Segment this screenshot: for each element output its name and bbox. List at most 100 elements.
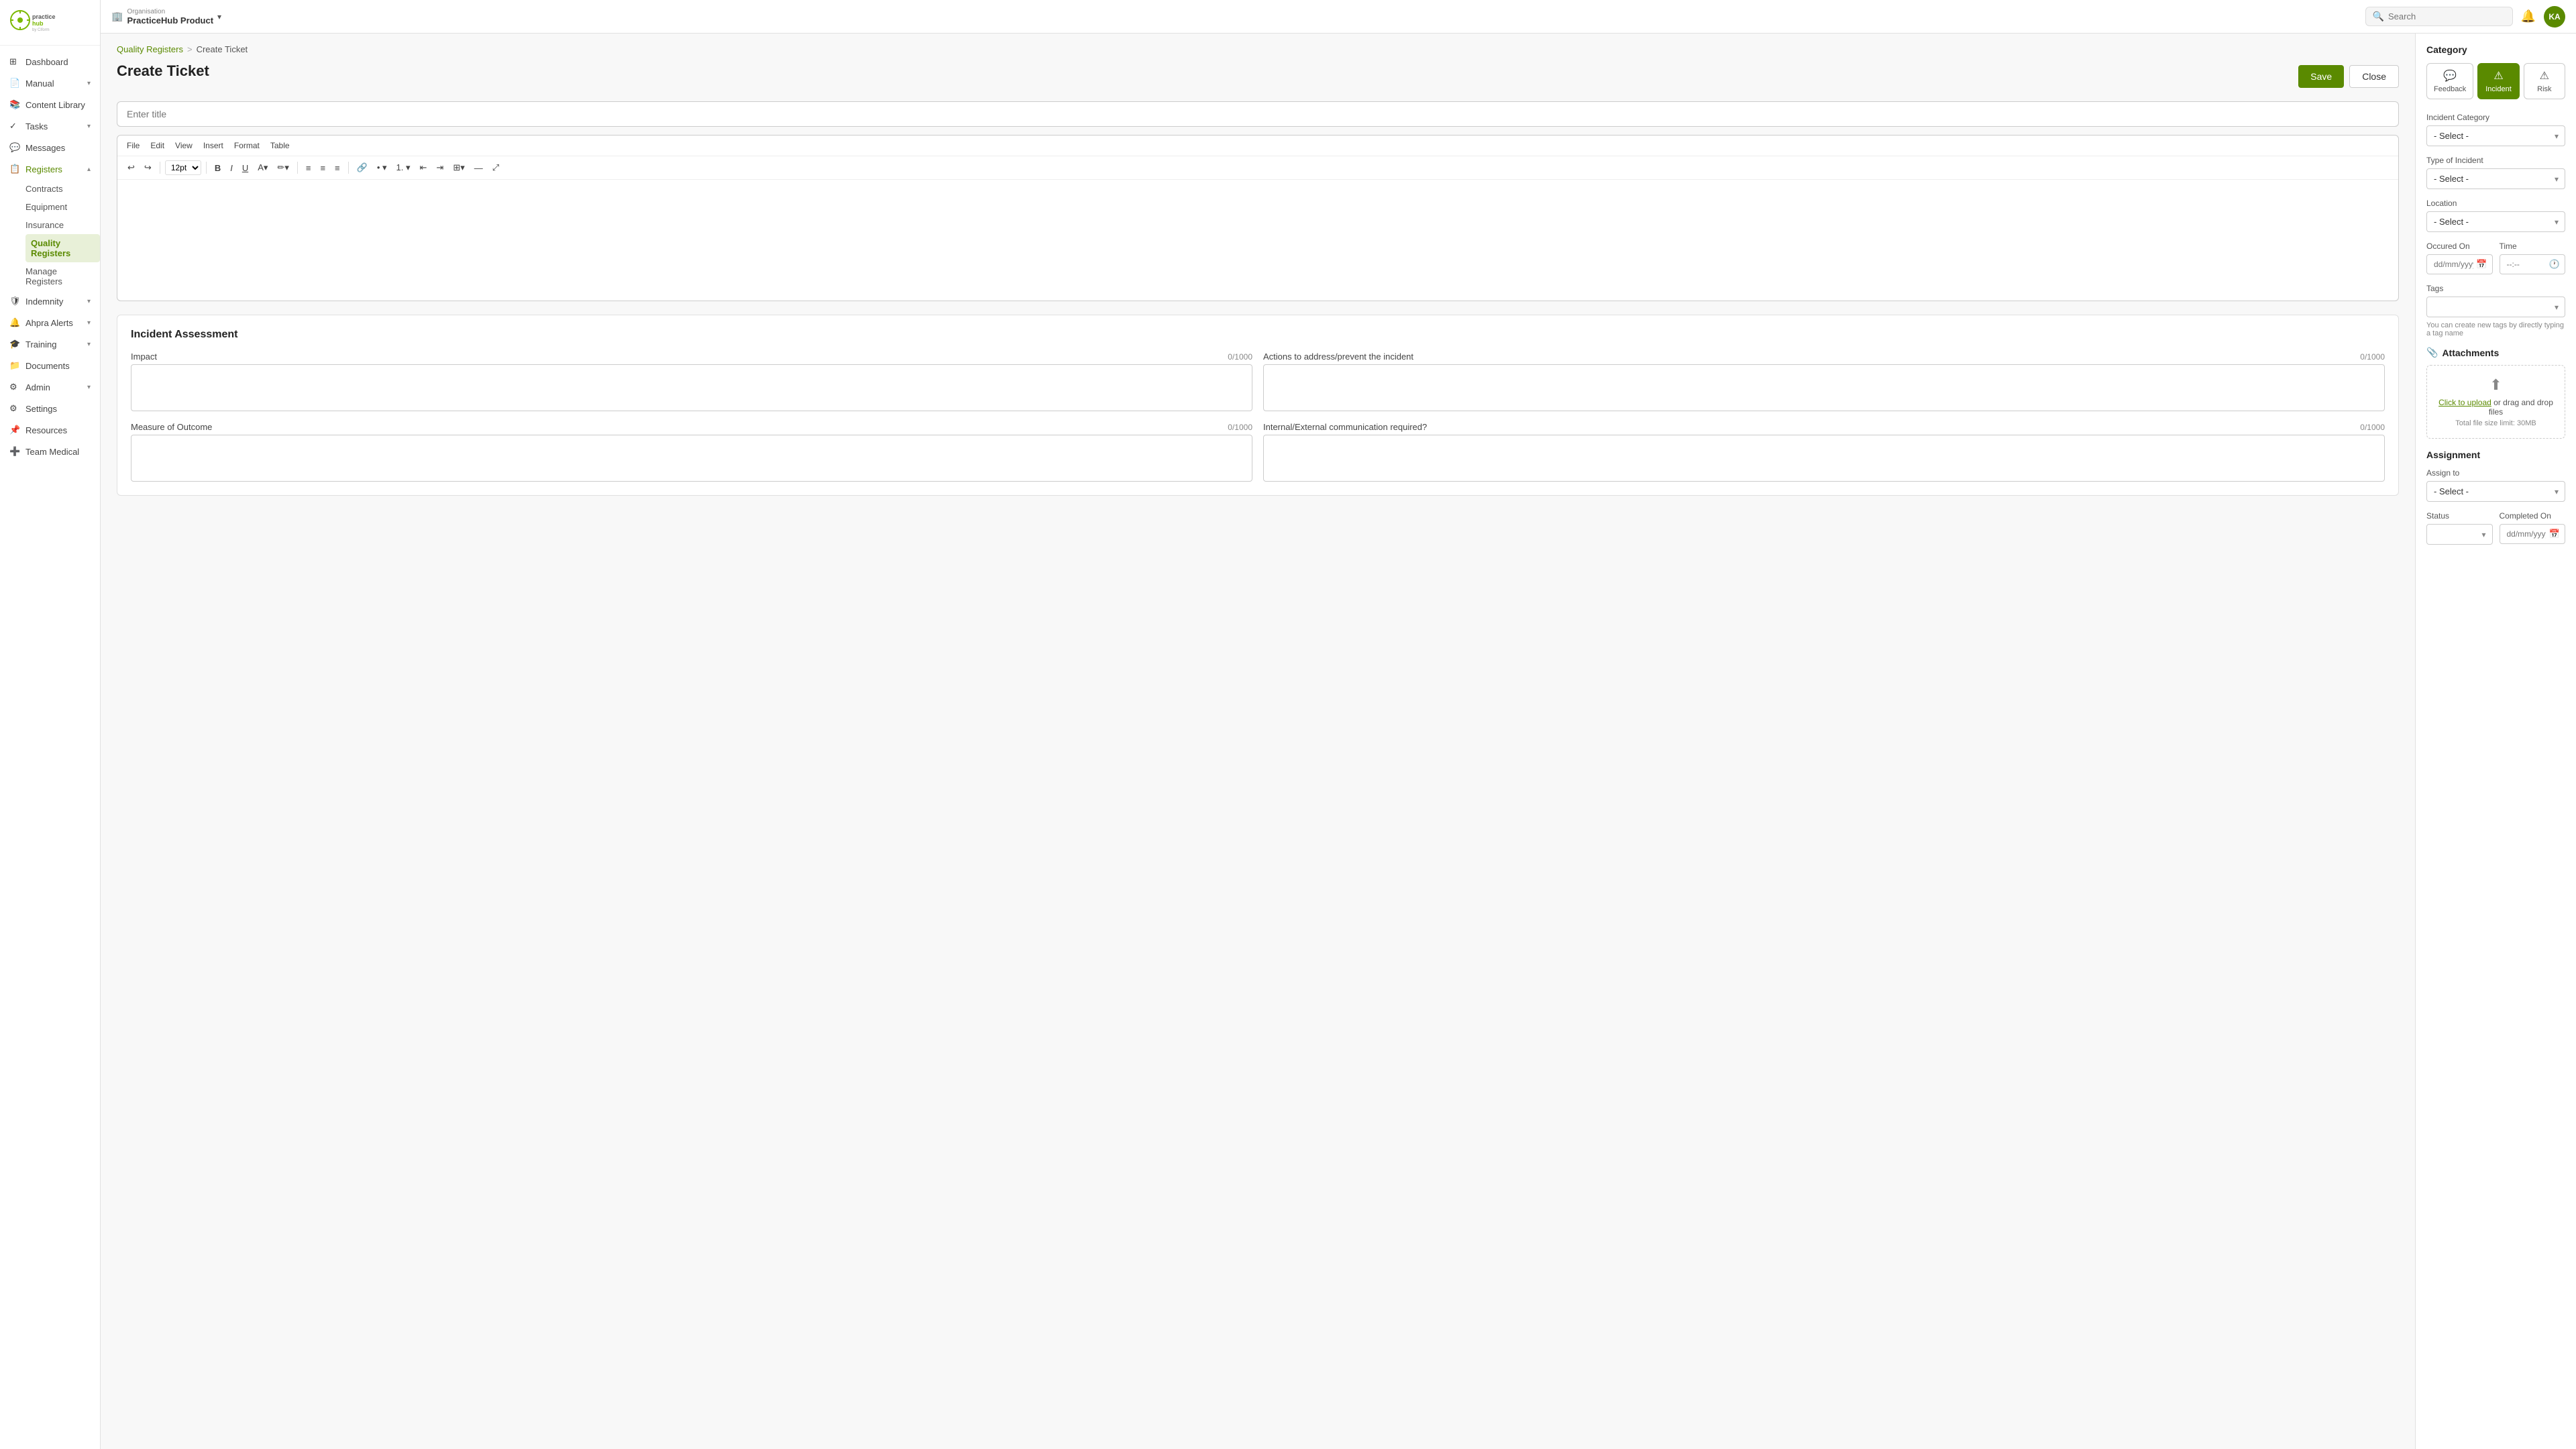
upload-area[interactable]: ⬆ Click to upload or drag and drop files… bbox=[2426, 365, 2565, 439]
org-icon: 🏢 bbox=[111, 11, 123, 22]
svg-text:hub: hub bbox=[32, 20, 44, 27]
breadcrumb-current: Create Ticket bbox=[197, 44, 248, 54]
status-completed-row: Status Completed On 📅 bbox=[2426, 511, 2565, 545]
sidebar-item-ahpra-alerts[interactable]: 🔔 Ahpra Alerts ▾ bbox=[0, 312, 100, 333]
toolbar-align-center[interactable]: ≡ bbox=[317, 161, 329, 175]
communication-label: Internal/External communication required… bbox=[1263, 422, 1427, 432]
time-input[interactable] bbox=[2500, 254, 2566, 274]
tags-select[interactable] bbox=[2426, 297, 2565, 317]
menu-format[interactable]: Format bbox=[231, 140, 262, 152]
status-select[interactable] bbox=[2426, 524, 2493, 545]
sidebar-item-team-medical[interactable]: ➕ Team Medical bbox=[0, 441, 100, 462]
sidebar-item-manual[interactable]: 📄 Manual ▾ bbox=[0, 72, 100, 94]
notification-bell-icon[interactable]: 🔔 bbox=[2521, 9, 2536, 23]
chevron-down-icon: ▾ bbox=[87, 341, 91, 348]
tab-feedback[interactable]: 💬 Feedback bbox=[2426, 63, 2473, 99]
toolbar-table[interactable]: ⊞▾ bbox=[449, 160, 468, 175]
occurred-on-input[interactable] bbox=[2426, 254, 2493, 274]
sidebar-label-registers: Registers bbox=[25, 164, 82, 174]
impact-textarea[interactable] bbox=[131, 364, 1252, 411]
search-input[interactable] bbox=[2388, 11, 2506, 21]
sidebar-item-resources[interactable]: 📌 Resources bbox=[0, 419, 100, 441]
admin-icon: ⚙ bbox=[9, 382, 20, 392]
actions-textarea[interactable] bbox=[1263, 364, 2385, 411]
location-label: Location bbox=[2426, 199, 2565, 208]
upload-link[interactable]: Click to upload bbox=[2438, 398, 2491, 407]
right-panel: Category 💬 Feedback ⚠ Incident ⚠ Risk bbox=[2415, 34, 2576, 1449]
sidebar-item-admin[interactable]: ⚙ Admin ▾ bbox=[0, 376, 100, 398]
menu-view[interactable]: View bbox=[172, 140, 195, 152]
font-size-select[interactable]: 12pt 14pt 16pt bbox=[165, 160, 201, 175]
sidebar-item-quality-registers[interactable]: Quality Registers bbox=[25, 234, 100, 262]
sidebar-item-contracts[interactable]: Contracts bbox=[25, 180, 100, 198]
save-button[interactable]: Save bbox=[2298, 65, 2344, 88]
sidebar-item-content-library[interactable]: 📚 Content Library bbox=[0, 94, 100, 115]
toolbar-italic[interactable]: I bbox=[227, 161, 236, 175]
toolbar-fullscreen[interactable]: ⤢ bbox=[489, 160, 502, 175]
toolbar-link[interactable]: 🔗 bbox=[354, 160, 371, 175]
toolbar-highlight[interactable]: ✏▾ bbox=[274, 160, 292, 175]
sidebar-item-insurance[interactable]: Insurance bbox=[25, 216, 100, 234]
impact-label: Impact bbox=[131, 352, 157, 362]
assign-to-select[interactable]: - Select - bbox=[2426, 481, 2565, 502]
toolbar-undo[interactable]: ↩ bbox=[124, 160, 138, 175]
completed-on-field: Completed On 📅 bbox=[2500, 511, 2566, 545]
toolbar-separator-2 bbox=[206, 162, 207, 174]
communication-textarea[interactable] bbox=[1263, 435, 2385, 482]
sidebar-item-dashboard[interactable]: ⊞ Dashboard bbox=[0, 51, 100, 72]
menu-edit[interactable]: Edit bbox=[148, 140, 167, 152]
toolbar-bold[interactable]: B bbox=[211, 161, 224, 175]
chevron-down-icon: ▾ bbox=[87, 319, 91, 327]
settings-icon: ⚙ bbox=[9, 403, 20, 414]
sidebar-item-registers[interactable]: 📋 Registers ▴ bbox=[0, 158, 100, 180]
toolbar-align-left[interactable]: ≡ bbox=[303, 161, 315, 175]
search-box[interactable]: 🔍 bbox=[2365, 7, 2513, 26]
menu-file[interactable]: File bbox=[124, 140, 142, 152]
type-of-incident-field: Type of Incident - Select - bbox=[2426, 156, 2565, 189]
location-select[interactable]: - Select - bbox=[2426, 211, 2565, 232]
menu-insert[interactable]: Insert bbox=[201, 140, 226, 152]
measure-textarea[interactable] bbox=[131, 435, 1252, 482]
upload-suffix: or drag and drop files bbox=[2489, 398, 2553, 417]
tab-incident[interactable]: ⚠ Incident bbox=[2477, 63, 2519, 99]
toolbar-redo[interactable]: ↪ bbox=[141, 160, 155, 175]
tab-risk[interactable]: ⚠ Risk bbox=[2524, 63, 2565, 99]
toolbar-font-color[interactable]: A▾ bbox=[254, 160, 271, 175]
assign-to-field: Assign to - Select - bbox=[2426, 468, 2565, 502]
status-select-wrapper bbox=[2426, 524, 2493, 545]
documents-icon: 📁 bbox=[9, 360, 20, 371]
paperclip-icon: 📎 bbox=[2426, 347, 2438, 358]
sidebar-item-indemnity[interactable]: 🛡 Indemnity ▾ bbox=[0, 290, 100, 312]
toolbar-outdent[interactable]: ⇤ bbox=[417, 160, 431, 175]
toolbar-bullet-list[interactable]: • ▾ bbox=[374, 160, 390, 175]
toolbar-align-right[interactable]: ≡ bbox=[331, 161, 343, 175]
resources-icon: 📌 bbox=[9, 425, 20, 435]
user-avatar[interactable]: KA bbox=[2544, 6, 2565, 28]
assignment-section: Assignment Assign to - Select - Status bbox=[2426, 449, 2565, 545]
toolbar-numbered-list[interactable]: 1. ▾ bbox=[393, 160, 414, 175]
breadcrumb-parent-link[interactable]: Quality Registers bbox=[117, 44, 183, 54]
sidebar-item-tasks[interactable]: ✓ Tasks ▾ bbox=[0, 115, 100, 137]
actions-field-group: Actions to address/prevent the incident … bbox=[1263, 352, 2385, 411]
completed-on-input[interactable] bbox=[2500, 524, 2566, 544]
sidebar-item-equipment[interactable]: Equipment bbox=[25, 198, 100, 216]
actions-count: 0/1000 bbox=[2360, 352, 2385, 362]
ticket-title-input[interactable] bbox=[117, 101, 2399, 127]
chevron-down-icon: ▾ bbox=[87, 80, 91, 87]
toolbar-horizontal-rule[interactable]: — bbox=[471, 161, 486, 175]
toolbar-underline[interactable]: U bbox=[239, 161, 252, 175]
assessment-title: Incident Assessment bbox=[131, 329, 2385, 341]
editor-body[interactable] bbox=[117, 180, 2398, 301]
incident-category-select[interactable]: - Select - bbox=[2426, 125, 2565, 146]
type-of-incident-select[interactable]: - Select - bbox=[2426, 168, 2565, 189]
sidebar-label-documents: Documents bbox=[25, 361, 91, 371]
org-selector[interactable]: 🏢 Organisation PracticeHub Product ▾ bbox=[111, 8, 221, 25]
sidebar-item-settings[interactable]: ⚙ Settings bbox=[0, 398, 100, 419]
sidebar-item-documents[interactable]: 📁 Documents bbox=[0, 355, 100, 376]
toolbar-indent[interactable]: ⇥ bbox=[433, 160, 447, 175]
menu-table[interactable]: Table bbox=[268, 140, 292, 152]
sidebar-item-manage-registers[interactable]: Manage Registers bbox=[25, 262, 100, 290]
close-button[interactable]: Close bbox=[2349, 65, 2399, 88]
sidebar-item-messages[interactable]: 💬 Messages bbox=[0, 137, 100, 158]
sidebar-item-training[interactable]: 🎓 Training ▾ bbox=[0, 333, 100, 355]
